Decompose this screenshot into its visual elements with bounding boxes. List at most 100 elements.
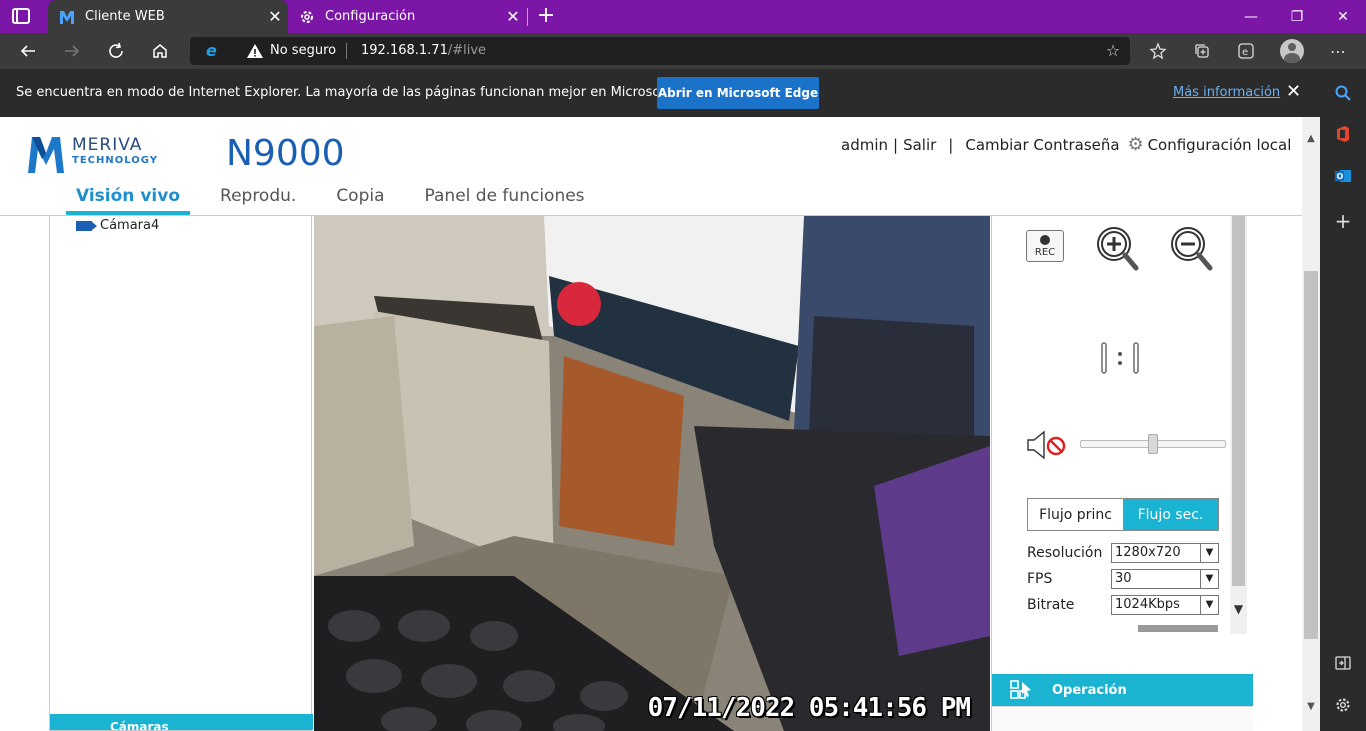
web-page: MERIVA TECHNOLOGY N9000 admin | Salir | … bbox=[0, 117, 1320, 731]
hide-sidebar-icon[interactable] bbox=[1331, 651, 1355, 675]
back-icon[interactable] bbox=[14, 37, 42, 65]
tab-cliente-web[interactable]: Cliente WEB ✕ bbox=[48, 0, 288, 33]
username: admin bbox=[841, 136, 888, 154]
aspect-ratio-icon[interactable] bbox=[1100, 342, 1140, 374]
tab-main-stream[interactable]: Flujo princ bbox=[1028, 499, 1123, 530]
svg-text:O: O bbox=[1337, 172, 1344, 181]
separator: | bbox=[893, 136, 899, 154]
resolution-select[interactable]: 1280x720 ▼ bbox=[1111, 543, 1219, 563]
tab-close-icon[interactable]: ✕ bbox=[500, 7, 526, 26]
open-in-edge-button[interactable]: Abrir en Microsoft Edge bbox=[657, 77, 819, 109]
logout-link[interactable]: Salir bbox=[903, 136, 936, 154]
gear-icon[interactable]: ⚙ bbox=[1126, 135, 1146, 155]
page-scrollbar[interactable]: ▲ ▼ bbox=[1302, 117, 1320, 731]
control-panel: REC Flujo princ Flujo sec. Resolución 12… bbox=[991, 216, 1253, 731]
scroll-up-icon[interactable]: ▲ bbox=[1302, 133, 1320, 144]
video-camera-icon bbox=[76, 220, 97, 231]
scroll-down-icon[interactable]: ▼ bbox=[1230, 602, 1247, 616]
control-panel-scrollbar[interactable]: ▼ bbox=[1230, 216, 1247, 634]
internet-explorer-icon[interactable]: e bbox=[206, 42, 224, 60]
tab-sub-stream[interactable]: Flujo sec. bbox=[1123, 499, 1218, 530]
tab-configuracion[interactable]: Configuración ✕ bbox=[288, 0, 526, 33]
tab-title: Cliente WEB bbox=[85, 9, 165, 24]
tab-close-icon[interactable]: ✕ bbox=[262, 7, 288, 26]
bitrate-select[interactable]: 1024Kbps ▼ bbox=[1111, 595, 1219, 615]
more-options-icon[interactable]: ⋯ bbox=[1324, 37, 1352, 65]
restore-button[interactable]: ❐ bbox=[1274, 0, 1320, 33]
edge-sidebar: O + bbox=[1320, 69, 1366, 731]
fps-label: FPS bbox=[1027, 571, 1053, 587]
record-button[interactable]: REC bbox=[1026, 230, 1064, 262]
scrollbar-thumb[interactable] bbox=[1304, 271, 1318, 639]
nav-backup[interactable]: Copia bbox=[326, 183, 394, 215]
brand-subtitle: TECHNOLOGY bbox=[72, 155, 158, 166]
collections-icon[interactable] bbox=[1188, 37, 1216, 65]
scrollbar-thumb[interactable] bbox=[1232, 216, 1245, 586]
bitrate-row: Bitrate 1024Kbps ▼ bbox=[1027, 595, 1219, 615]
security-label[interactable]: No seguro bbox=[270, 43, 336, 58]
operation-section-header[interactable]: Operación bbox=[992, 674, 1253, 706]
zoom-in-button[interactable] bbox=[1092, 224, 1146, 274]
camera-label: Cámara4 bbox=[100, 218, 160, 233]
horizontal-scrollbar[interactable] bbox=[1138, 625, 1218, 632]
camera-list-panel: Cámara4 Cámaras bbox=[49, 216, 313, 731]
fps-row: FPS 30 ▼ bbox=[1027, 569, 1219, 589]
chevron-down-icon[interactable]: ▼ bbox=[1200, 544, 1218, 562]
more-info-link[interactable]: Más información bbox=[1173, 85, 1280, 100]
tab-divider bbox=[527, 8, 528, 26]
scroll-down-icon[interactable]: ▼ bbox=[1302, 701, 1320, 712]
add-favorite-icon[interactable]: ☆ bbox=[1104, 42, 1122, 60]
zoom-out-icon bbox=[1171, 227, 1213, 271]
fps-select[interactable]: 30 ▼ bbox=[1111, 569, 1219, 589]
ie-mode-icon[interactable]: e bbox=[1232, 37, 1260, 65]
office-icon[interactable] bbox=[1331, 122, 1355, 146]
nav-playback[interactable]: Reprodu. bbox=[210, 183, 306, 215]
browser-title-bar: Cliente WEB ✕ Configuración ✕ + — ❐ ✕ bbox=[0, 0, 1366, 33]
bitrate-value: 1024Kbps bbox=[1115, 597, 1180, 612]
mute-speaker-icon[interactable] bbox=[1026, 430, 1074, 460]
nav-live-view[interactable]: Visión vivo bbox=[66, 183, 191, 215]
gear-favicon-icon bbox=[298, 8, 316, 26]
warning-icon[interactable] bbox=[246, 42, 264, 60]
home-icon[interactable] bbox=[146, 37, 174, 65]
tab-actions-icon[interactable] bbox=[12, 8, 30, 24]
local-config-link[interactable]: Configuración local bbox=[1148, 136, 1292, 154]
zoom-in-icon bbox=[1097, 227, 1139, 271]
resolution-row: Resolución 1280x720 ▼ bbox=[1027, 543, 1219, 563]
search-icon[interactable] bbox=[1331, 81, 1355, 105]
change-password-link[interactable]: Cambiar Contraseña bbox=[965, 136, 1119, 154]
zoom-out-button[interactable] bbox=[1166, 224, 1220, 274]
operation-section-body bbox=[992, 706, 1253, 731]
url-text[interactable]: 192.168.1.71/#live bbox=[361, 43, 486, 58]
chevron-down-icon[interactable]: ▼ bbox=[1200, 570, 1218, 588]
operation-icon bbox=[1010, 680, 1031, 699]
add-sidebar-app-icon[interactable]: + bbox=[1331, 209, 1355, 233]
forward-icon[interactable] bbox=[58, 37, 86, 65]
favorites-icon[interactable] bbox=[1144, 37, 1172, 65]
refresh-icon[interactable] bbox=[102, 37, 130, 65]
profile-avatar[interactable] bbox=[1280, 39, 1304, 63]
close-window-button[interactable]: ✕ bbox=[1320, 0, 1366, 33]
brand-name: MERIVA bbox=[72, 135, 143, 155]
minimize-button[interactable]: — bbox=[1228, 0, 1274, 33]
volume-slider-handle[interactable] bbox=[1148, 434, 1158, 454]
meriva-logo-icon bbox=[28, 137, 64, 173]
record-label: REC bbox=[1034, 247, 1056, 258]
camera-list-item[interactable]: Cámara4 bbox=[76, 218, 159, 233]
chevron-down-icon[interactable]: ▼ bbox=[1200, 596, 1218, 614]
settings-gear-icon[interactable] bbox=[1331, 693, 1355, 717]
close-notice-icon[interactable]: ✕ bbox=[1286, 81, 1301, 102]
url-host: 192.168.1.71 bbox=[361, 43, 448, 58]
outlook-icon[interactable]: O bbox=[1331, 164, 1355, 188]
url-box[interactable]: e No seguro 192.168.1.71/#live ☆ bbox=[190, 37, 1130, 65]
resolution-value: 1280x720 bbox=[1115, 545, 1181, 560]
meriva-favicon-icon bbox=[58, 8, 76, 26]
cameras-footer[interactable]: Cámaras bbox=[50, 714, 313, 730]
video-frame-image bbox=[314, 216, 990, 731]
nav-function-panel[interactable]: Panel de funciones bbox=[415, 183, 595, 215]
svg-text:e: e bbox=[1242, 47, 1248, 58]
new-tab-icon[interactable]: + bbox=[534, 4, 558, 28]
live-video-view[interactable]: 07/11/2022 05:41:56 PM bbox=[314, 216, 990, 731]
ie-mode-notice: Se encuentra en modo de Internet Explore… bbox=[0, 69, 1320, 117]
resolution-label: Resolución bbox=[1027, 545, 1103, 561]
